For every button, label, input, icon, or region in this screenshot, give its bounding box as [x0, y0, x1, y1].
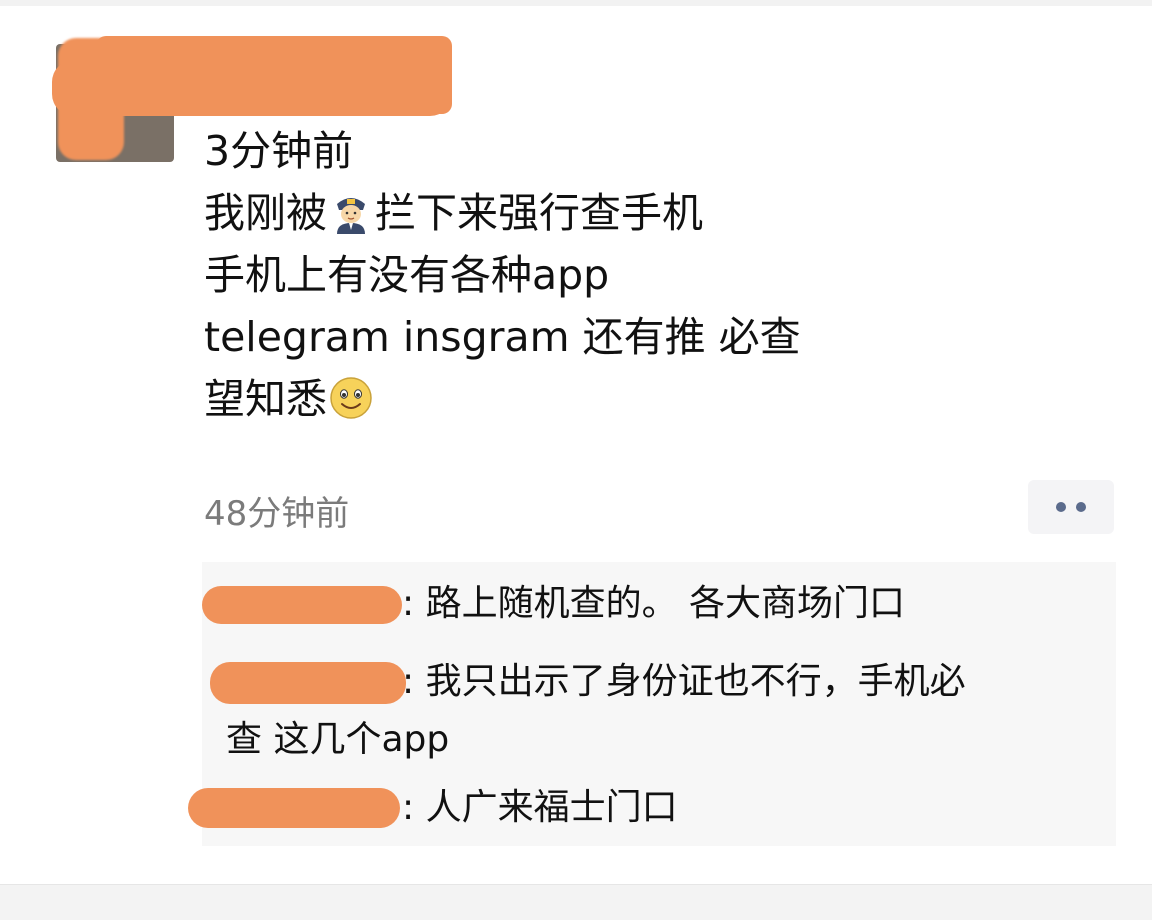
comment-text: 查 这几个app: [226, 719, 450, 760]
post-line: telegram insgram 还有推 必查: [204, 313, 801, 361]
post-line: 我刚被 拦下来强行查手机: [204, 182, 1104, 244]
comments-section: : 路上随机查的。 各大商场门口 : 我只出示了身份证也不行，手机必 查 这几个…: [188, 562, 1116, 846]
more-options-button[interactable]: [1028, 480, 1114, 534]
post-text-segment: 拦下来强行查手机: [375, 189, 703, 237]
post-text-segment: 望知悉: [204, 375, 327, 423]
more-dot-icon: [1076, 502, 1086, 512]
post-body: 3分钟前 我刚被 拦下来强行查手机 手机上有没有各种app telegram i…: [204, 120, 1104, 430]
comment-text: : 路上随机查的。 各大商场门口: [402, 583, 906, 624]
top-divider: [0, 0, 1152, 6]
redacted-commenter-name[interactable]: [202, 586, 402, 624]
moments-post: 3分钟前 我刚被 拦下来强行查手机 手机上有没有各种app telegram i…: [0, 0, 1152, 920]
post-text-segment: 我刚被: [204, 189, 327, 237]
post-line: 3分钟前: [204, 127, 354, 175]
post-line: 手机上有没有各种app: [204, 251, 610, 299]
more-dot-icon: [1056, 502, 1066, 512]
redacted-commenter-name[interactable]: [188, 788, 400, 828]
police-officer-icon: [337, 198, 365, 234]
bottom-divider: [0, 884, 1152, 920]
redacted-commenter-name[interactable]: [210, 662, 406, 704]
comment-text: : 人广来福士门口: [402, 787, 678, 828]
post-timestamp: 48分钟前: [204, 494, 350, 534]
smiling-face-icon: [330, 377, 372, 419]
redacted-username[interactable]: [96, 36, 452, 114]
comment-text: : 我只出示了身份证也不行，手机必: [402, 661, 966, 702]
post-line: 望知悉: [204, 368, 1104, 430]
